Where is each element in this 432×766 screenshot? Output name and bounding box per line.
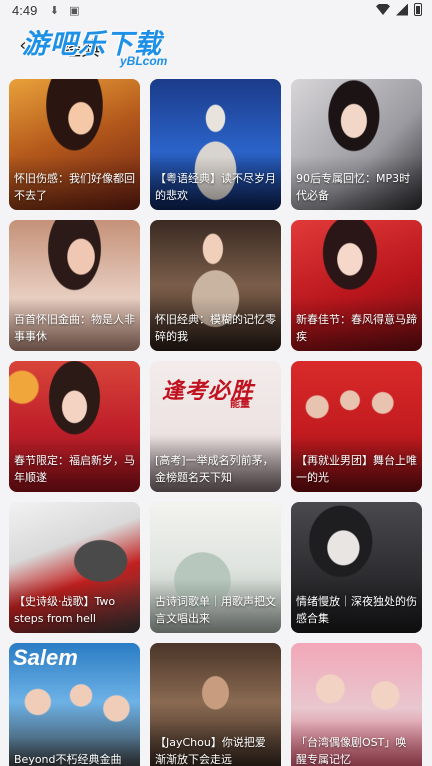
playlist-caption: 90后专属回忆：MP3时代必备 — [291, 156, 422, 210]
a-icon: ▣ — [69, 3, 80, 17]
playlist-caption: 春节限定：福启新岁，马年顺遂 — [9, 438, 140, 492]
playlist-caption: 【史诗级·战歌】Two steps from hell — [9, 579, 140, 633]
battery-icon — [414, 3, 422, 16]
playlist-caption: 「台湾偶像剧OST」唤醒专属记忆 — [291, 720, 422, 766]
header: ‹ 经典 游吧乐下载 yBLcom — [0, 20, 432, 72]
playlist-caption: 【粤语经典】读不尽岁月的悲欢 — [150, 156, 281, 210]
playlist-card[interactable]: 「台湾偶像剧OST」唤醒专属记忆 — [291, 643, 422, 766]
playlist-card[interactable]: 新春佳节：春风得意马蹄疾 — [291, 220, 422, 351]
playlist-card[interactable]: 90后专属回忆：MP3时代必备 — [291, 79, 422, 210]
playlist-card[interactable]: 逢考必胜 能量 [高考]一举成名列前茅，金榜题名天下知 — [150, 361, 281, 492]
playlist-caption: 情绪慢放｜深夜独处的伤感合集 — [291, 579, 422, 633]
watermark-sub: yBLcom — [120, 54, 168, 68]
playlist-card[interactable]: 春节限定：福启新岁，马年顺遂 — [9, 361, 140, 492]
watermark-logo: 游吧乐下载 yBLcom — [22, 22, 192, 68]
playlist-card[interactable]: 百首怀旧金曲：物是人非事事休 — [9, 220, 140, 351]
playlist-card[interactable]: 怀旧经典：模糊的记忆零碎的我 — [150, 220, 281, 351]
wifi-icon — [376, 4, 390, 15]
playlist-card[interactable]: 【粤语经典】读不尽岁月的悲欢 — [150, 79, 281, 210]
playlist-card[interactable]: 怀旧伤感：我们好像都回不去了 — [9, 79, 140, 210]
playlist-caption: 【再就业男团】舞台上唯一的光 — [291, 438, 422, 492]
status-bar: 4:49 ⬇ ▣ — [0, 0, 432, 20]
download-icon: ⬇ — [49, 3, 59, 17]
playlist-card[interactable]: 【史诗级·战歌】Two steps from hell — [9, 502, 140, 633]
signal-icon — [396, 3, 408, 16]
playlist-card[interactable]: 【JayChou】你说把爱渐渐放下会走远 — [150, 643, 281, 766]
playlist-caption: 怀旧伤感：我们好像都回不去了 — [9, 156, 140, 210]
playlist-caption: Beyond不朽经典金曲 — [9, 737, 140, 766]
playlist-card[interactable]: Salem Beyond不朽经典金曲 — [9, 643, 140, 766]
playlist-card[interactable]: 古诗词歌单｜用歌声把文言文唱出来 — [150, 502, 281, 633]
playlist-caption: [高考]一举成名列前茅，金榜题名天下知 — [150, 438, 281, 492]
playlist-caption: 古诗词歌单｜用歌声把文言文唱出来 — [150, 579, 281, 633]
playlist-caption: 【JayChou】你说把爱渐渐放下会走远 — [150, 720, 281, 766]
playlist-caption: 新春佳节：春风得意马蹄疾 — [291, 297, 422, 351]
poster-title: Salem — [13, 645, 78, 670]
status-right — [376, 3, 422, 16]
poster-subtitle: 能量 — [230, 399, 250, 410]
playlist-caption: 百首怀旧金曲：物是人非事事休 — [9, 297, 140, 351]
status-time: 4:49 — [12, 2, 38, 18]
playlist-caption: 怀旧经典：模糊的记忆零碎的我 — [150, 297, 281, 351]
playlist-card[interactable]: 情绪慢放｜深夜独处的伤感合集 — [291, 502, 422, 633]
playlist-card[interactable]: 【再就业男团】舞台上唯一的光 — [291, 361, 422, 492]
playlist-grid: 怀旧伤感：我们好像都回不去了 【粤语经典】读不尽岁月的悲欢 90后专属回忆：MP… — [9, 79, 423, 766]
